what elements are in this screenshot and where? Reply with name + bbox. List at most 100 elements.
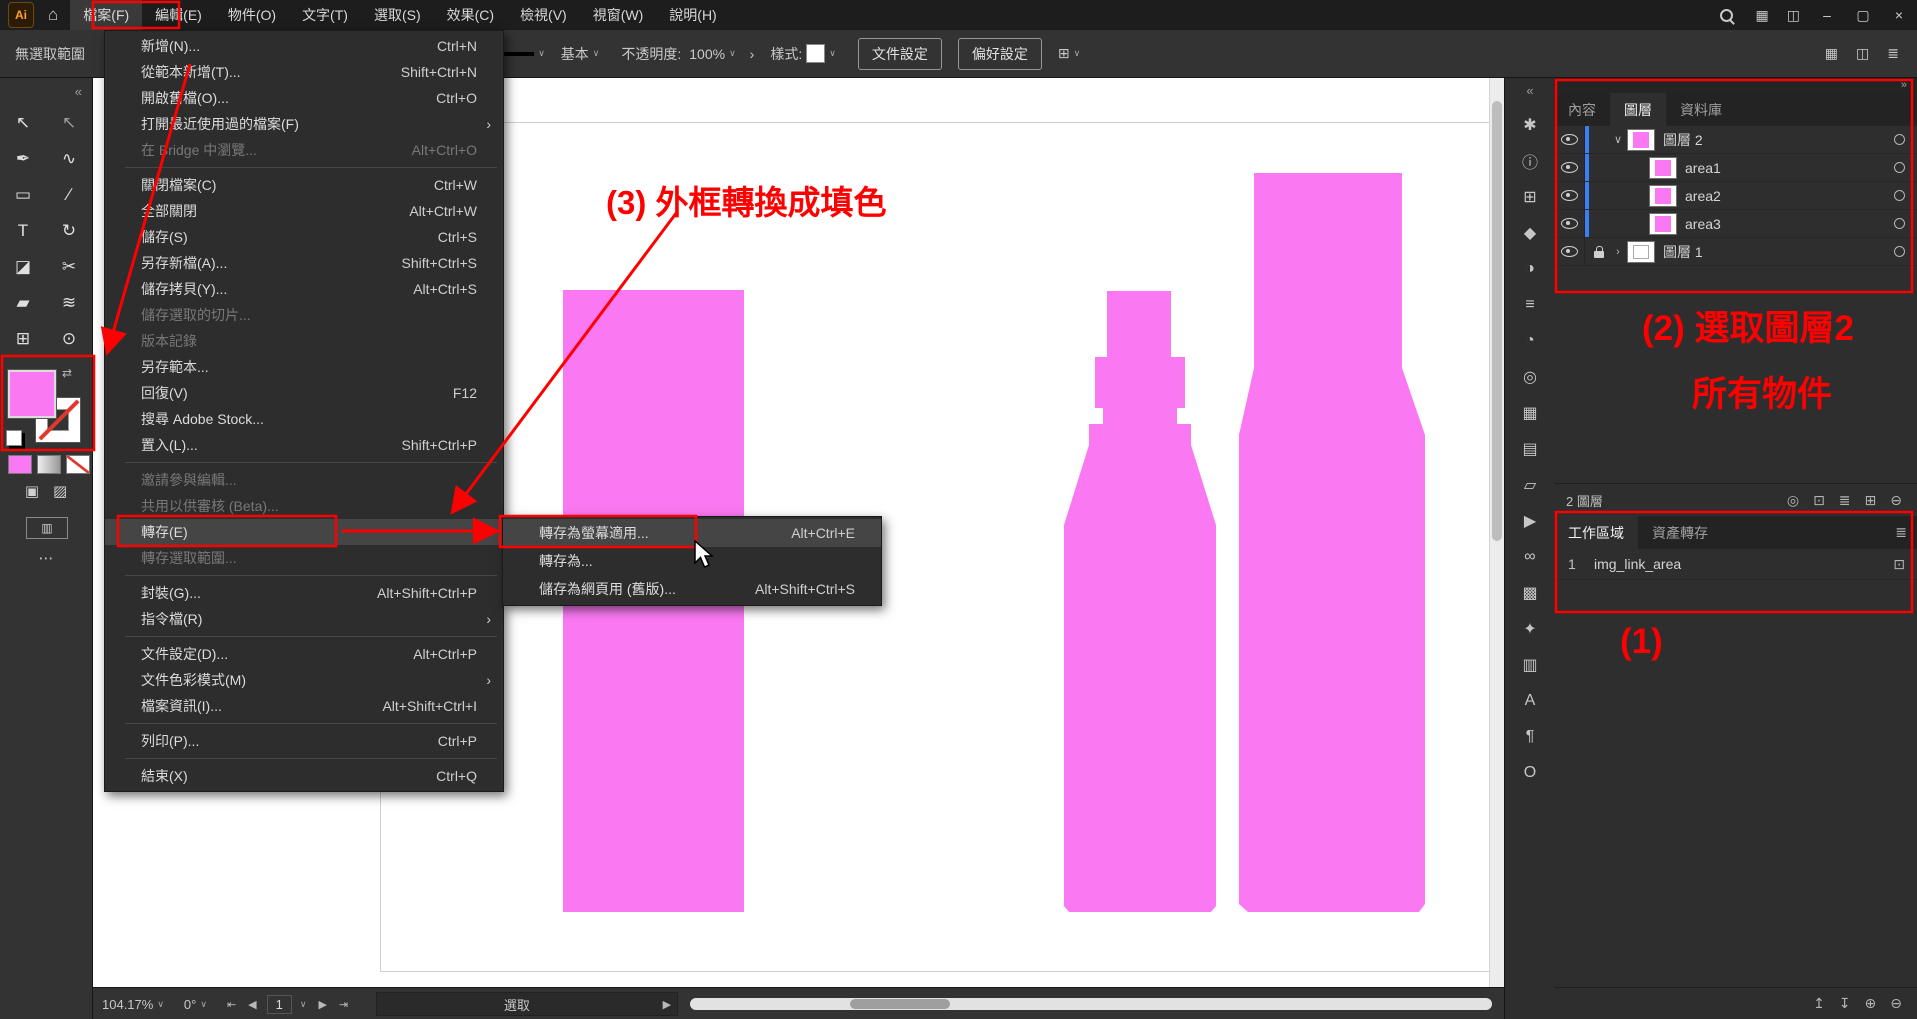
file-menu-item[interactable]: 儲存(S) Ctrl+S [105,224,503,250]
layer-row[interactable]: ∨ 圖層 2 [1554,126,1917,154]
menu-lines-icon[interactable]: ≣ [1887,45,1899,62]
align-options-icon[interactable]: ⊞ [1058,45,1070,62]
file-menu-item[interactable]: 指令檔(R) [105,606,503,632]
panel-tab[interactable]: 工作區域 [1554,516,1638,549]
submenu-item[interactable]: 儲存為網頁用 (舊版)... Alt+Shift+Ctrl+S [503,575,881,603]
artboard-tool[interactable]: ⊞ [3,323,43,355]
move-up-icon[interactable]: ↥ [1813,995,1825,1012]
edit-toolbar-icon[interactable]: ⋯ [39,549,54,567]
layer-name[interactable]: 圖層 1 [1663,242,1703,262]
menubar-item[interactable]: 編輯(E) [142,0,215,30]
panel-tab[interactable]: 資料庫 [1666,93,1736,126]
visibility-toggle[interactable] [1554,210,1585,237]
move-down-icon[interactable]: ↧ [1839,995,1851,1012]
delete-artboard-icon[interactable]: ⊖ [1890,995,1902,1012]
file-menu-item[interactable]: 儲存選取的切片... [105,302,503,328]
artboard-number-field[interactable]: 1 [267,995,292,1014]
menubar-item[interactable]: 選取(S) [361,0,434,30]
menubar-item[interactable]: 效果(C) [434,0,507,30]
menubar-item[interactable]: 檢視(V) [507,0,580,30]
curvature-tool[interactable]: ∿ [49,143,89,175]
layer-name[interactable]: area3 [1685,216,1721,232]
file-menu-item[interactable]: 文件色彩模式(M) [105,667,503,693]
swatches-icon[interactable]: ▦ [1512,395,1548,431]
rotation-value[interactable]: 0° [184,997,196,1012]
stroke-icon[interactable]: ≡ [1512,287,1548,323]
chevron-down-icon[interactable]: ∨ [538,48,545,59]
paragraph-icon[interactable]: ¶ [1512,719,1548,755]
expand-chevron-icon[interactable]: ∨ [1609,133,1627,146]
document-setup-button[interactable]: 文件設定 [858,38,942,70]
chevron-down-icon[interactable]: ∨ [300,999,307,1010]
collapse-toolbar-icon[interactable]: « [75,84,82,99]
direct-selection-tool[interactable]: ↖ [49,107,89,139]
menubar-item[interactable]: 物件(O) [215,0,289,30]
color-guide-icon[interactable]: ✱ [1512,107,1548,143]
transparency-icon[interactable]: ◔ [1512,323,1548,359]
panel-menu-icon[interactable]: ≣ [1885,516,1917,549]
zoom-level[interactable]: 104.17% [102,997,153,1012]
submenu-item[interactable]: 轉存為... [503,547,881,575]
file-menu-item[interactable]: 轉存選取範圍... [105,545,503,571]
file-menu-item[interactable]: 搜尋 Adobe Stock... [105,406,503,432]
file-menu-item[interactable]: 打開最近使用過的檔案(F) [105,111,503,137]
pathfinder-icon[interactable]: ◆ [1512,215,1548,251]
artboard-icon[interactable]: ⊡ [1893,556,1905,573]
transform-icon[interactable]: ⊞ [1512,179,1548,215]
layer-row[interactable]: area3 [1554,210,1917,238]
chevron-down-icon[interactable]: ∨ [1074,48,1081,59]
panel-tab[interactable]: 內容 [1554,93,1610,126]
rectangle-tool[interactable]: ▭ [3,179,43,211]
gradient-button[interactable] [37,455,61,474]
lock-toggle[interactable] [1589,246,1609,258]
layer-target-circle[interactable] [1894,246,1905,257]
links-icon[interactable]: ∞ [1512,539,1548,575]
menubar-item[interactable]: 視窗(W) [580,0,657,30]
rotate-tool[interactable]: ↻ [49,215,89,247]
eraser-tool[interactable]: ◪ [3,251,43,283]
file-menu-item[interactable]: 封裝(G)... Alt+Shift+Ctrl+P [105,580,503,606]
file-menu-item[interactable] [105,719,503,728]
file-menu-item[interactable]: 列印(P)... Ctrl+P [105,728,503,754]
panel-tab[interactable]: 資產轉存 [1638,516,1722,549]
preferences-button[interactable]: 偏好設定 [958,38,1042,70]
chevron-down-icon[interactable]: ∨ [593,48,600,59]
maximize-button[interactable]: ▢ [1845,0,1881,30]
layer-row[interactable]: area1 [1554,154,1917,182]
locate-object-icon[interactable]: ◎ [1787,492,1799,509]
file-menu-item[interactable]: 儲存拷貝(Y)... Alt+Ctrl+S [105,276,503,302]
artboard-name[interactable]: img_link_area [1594,556,1681,572]
brush-definition-label[interactable]: 基本 [561,44,589,64]
visibility-toggle[interactable] [1554,238,1585,265]
delete-icon[interactable]: ⊖ [1890,492,1902,509]
zoom-tool[interactable]: ⊙ [49,323,89,355]
visibility-toggle[interactable] [1554,182,1585,209]
vertical-scrollbar-thumb[interactable] [1492,101,1502,541]
first-artboard-icon[interactable]: ⇤ [227,998,236,1011]
line-tool[interactable]: ∕ [49,179,89,211]
file-menu-item[interactable] [105,571,503,580]
style-label[interactable]: 樣式: [770,44,802,64]
opacity-label[interactable]: 不透明度: [621,44,681,64]
horizontal-scrollbar-thumb[interactable] [850,999,950,1009]
menubar-item[interactable]: 說明(H) [656,0,729,30]
file-menu-item[interactable]: 全部關閉 Alt+Ctrl+W [105,198,503,224]
clipping-mask-icon[interactable]: ⊡ [1813,492,1825,509]
brushes-icon[interactable]: ▤ [1512,431,1548,467]
submenu-item[interactable]: 轉存為螢幕適用... Alt+Ctrl+E [503,519,881,547]
graphic-styles-icon[interactable]: ▥ [1512,647,1548,683]
new-layer-icon[interactable]: ⊞ [1865,492,1877,509]
file-menu-item[interactable]: 邀請參與編輯... [105,467,503,493]
workspace-grid-icon[interactable]: ▦ [1825,45,1838,62]
shaper-tool[interactable]: ▰ [3,287,43,319]
layer-row[interactable]: area2 [1554,182,1917,210]
layer-target-circle[interactable] [1894,218,1905,229]
magenta-bottle-shape-small[interactable] [1064,291,1216,912]
layer-name[interactable]: 圖層 2 [1663,130,1703,150]
file-menu-item[interactable]: 從範本新增(T)... Shift+Ctrl+N [105,59,503,85]
next-artboard-icon[interactable]: ▶ [318,998,326,1011]
close-button[interactable]: × [1881,0,1917,30]
color-icon[interactable]: ◎ [1512,359,1548,395]
file-menu-item[interactable]: 檔案資訊(I)... Alt+Shift+Ctrl+I [105,693,503,719]
file-menu-item[interactable]: 另存新檔(A)... Shift+Ctrl+S [105,250,503,276]
